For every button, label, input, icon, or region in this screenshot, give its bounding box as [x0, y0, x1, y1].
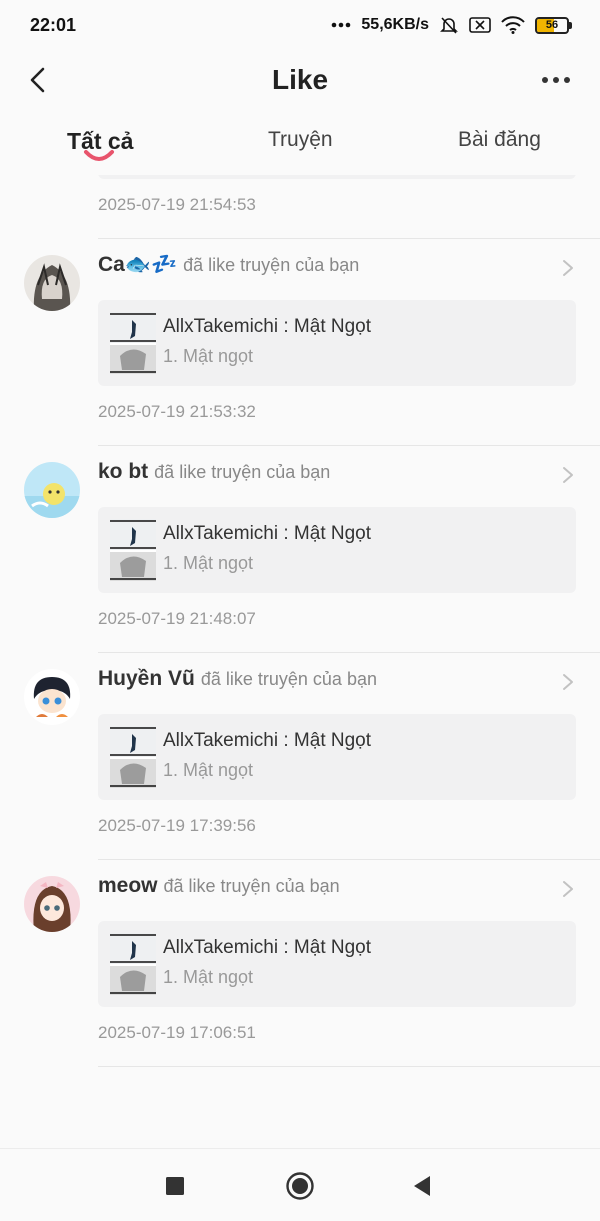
tab-stories[interactable]: Truyện — [268, 128, 333, 152]
status-icons: 55,6KB/s 56 — [331, 15, 572, 35]
story-card[interactable]: AllxTakemichi : Mật Ngọt 1. Mật ngọt — [98, 714, 576, 800]
notification-item[interactable]: ko bt đã like truyện của bạn AllxTakemichi… — [0, 446, 600, 653]
chevron-right-icon[interactable] — [562, 673, 574, 691]
story-title: AllxTakemichi : Mật Ngọt — [163, 937, 372, 958]
notification-item[interactable]: meow đã like truyện của bạn AllxTakemichi … — [0, 860, 600, 1067]
chevron-right-icon[interactable] — [562, 466, 574, 484]
system-nav-bar — [0, 1148, 600, 1221]
chapter-name: 1. Mật ngọt — [163, 967, 254, 987]
story-thumbnail — [110, 312, 156, 374]
story-thumbnail — [110, 519, 156, 581]
top-app-bar: Like — [0, 52, 600, 108]
back-triangle-icon — [414, 1176, 430, 1196]
notification-list[interactable]: AllxTakemichi : Mật Ngọt 1. Mật ngọt 2025-… — [0, 175, 600, 1147]
story-thumbnail — [110, 726, 156, 788]
action-text: đã like truyện của bạn — [200, 669, 377, 689]
notification-header: Huyền Vũ đã like truyện của bạn — [98, 667, 377, 697]
more-options-icon — [542, 77, 548, 83]
story-card[interactable]: AllxTakemichi : Mật Ngọt 1. Mật ngọt — [98, 300, 576, 386]
status-time: 22:01 — [30, 14, 77, 35]
sim-off-icon — [469, 16, 491, 34]
timestamp: 2025-07-19 21:53:32 — [98, 402, 256, 421]
story-card[interactable]: AllxTakemichi : Mật Ngọt 1. Mật ngọt — [98, 507, 576, 593]
battery-icon: 56 — [535, 16, 572, 34]
recent-apps-button[interactable] — [160, 1171, 190, 1201]
bell-muted-icon — [439, 15, 459, 35]
status-bar: 22:01 55,6KB/s 56 — [0, 0, 600, 50]
home-button[interactable] — [285, 1171, 315, 1201]
more-dots-icon — [331, 22, 351, 28]
active-tab-indicator — [84, 150, 114, 161]
network-speed: 55,6KB/s — [361, 16, 429, 33]
story-title: AllxTakemichi : Mật Ngọt — [163, 316, 372, 337]
recent-apps-icon — [166, 1177, 184, 1195]
tab-posts[interactable]: Bài đăng — [458, 128, 541, 152]
story-thumbnail — [110, 933, 156, 995]
user-name[interactable]: Ca🐟💤 — [98, 253, 177, 277]
user-name[interactable]: meow — [98, 874, 158, 898]
chevron-right-icon[interactable] — [562, 259, 574, 277]
back-nav-button[interactable] — [407, 1171, 437, 1201]
notification-header: Ca🐟💤 đã like truyện của bạn — [98, 253, 359, 283]
home-icon — [286, 1172, 314, 1200]
story-title: AllxTakemichi : Mật Ngọt — [163, 730, 372, 751]
notification-item[interactable]: AllxTakemichi : Mật Ngọt1. Mật ngọt 2025-… — [0, 175, 600, 239]
notification-header: meow đã like truyện của bạn — [98, 874, 340, 904]
page-title: Like — [271, 64, 329, 95]
story-card[interactable]: AllxTakemichi : Mật Ngọt 1. Mật ngọt — [98, 921, 576, 1007]
user-name[interactable]: ko bt — [98, 460, 148, 484]
avatar[interactable] — [24, 669, 80, 725]
divider — [98, 1066, 600, 1067]
timestamp: 2025-07-19 21:54:53 — [98, 195, 256, 214]
back-button[interactable] — [22, 64, 52, 96]
action-text: đã like truyện của bạn — [154, 462, 331, 482]
wifi-icon — [501, 16, 525, 34]
notification-item[interactable]: Ca🐟💤 đã like truyện của bạn AllxTakemichi … — [0, 239, 600, 446]
chapter-name: 1. Mật ngọt — [163, 760, 254, 780]
action-text: đã like truyện của bạn — [183, 255, 360, 275]
story-title: AllxTakemichi : Mật Ngọt — [163, 523, 372, 544]
battery-level: 56 — [545, 19, 559, 31]
timestamp: 2025-07-19 17:39:56 — [98, 816, 256, 835]
user-name[interactable]: Huyền Vũ — [98, 667, 195, 691]
timestamp: 2025-07-19 17:06:51 — [98, 1023, 256, 1042]
chevron-right-icon[interactable] — [562, 880, 574, 898]
avatar[interactable] — [24, 255, 80, 311]
back-arrow-icon — [30, 67, 45, 93]
more-options-button[interactable] — [538, 66, 574, 94]
chapter-name: 1. Mật ngọt — [163, 346, 254, 366]
chapter-name: 1. Mật ngọt — [163, 553, 254, 573]
story-card[interactable]: AllxTakemichi : Mật Ngọt1. Mật ngọt — [98, 175, 576, 179]
avatar[interactable] — [24, 462, 80, 518]
notification-item[interactable]: Huyền Vũ đã like truyện của bạn AllxTakemi… — [0, 653, 600, 860]
avatar[interactable] — [24, 876, 80, 932]
action-text: đã like truyện của bạn — [163, 876, 340, 896]
timestamp: 2025-07-19 21:48:07 — [98, 609, 256, 628]
notification-header: ko bt đã like truyện của bạn — [98, 460, 330, 490]
